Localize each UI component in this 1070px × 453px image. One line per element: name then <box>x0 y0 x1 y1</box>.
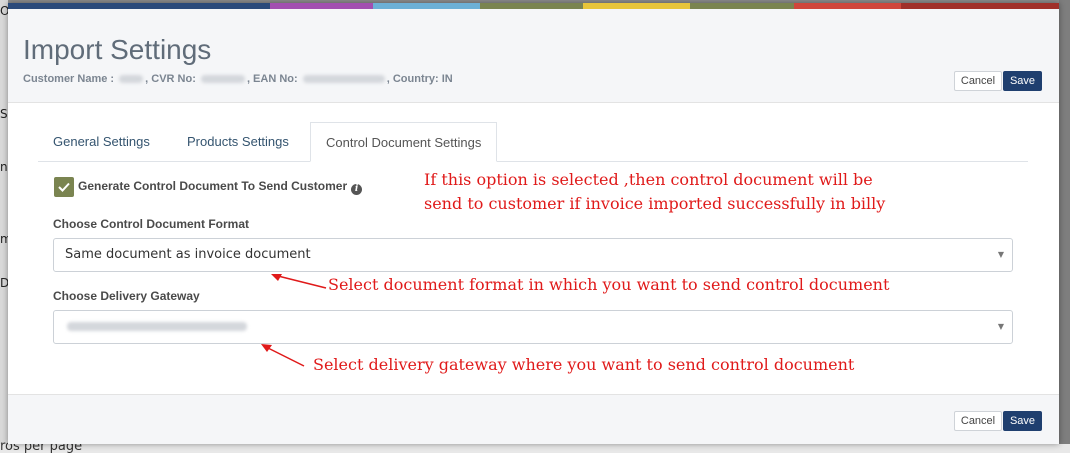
info-icon[interactable]: i <box>351 184 363 195</box>
format-label: Choose Control Document Format <box>53 217 250 231</box>
background-page-bottom <box>0 444 1070 453</box>
footer-save-button[interactable]: Save <box>1003 411 1042 431</box>
modal-title: Import Settings <box>23 34 212 65</box>
ean-label: , EAN No: <box>246 73 298 85</box>
customer-info: Customer Name : , CVR No: , EAN No: , Co… <box>23 73 453 85</box>
annotation-line: If this option is selected ,then control… <box>424 170 873 189</box>
redacted-value <box>302 75 385 84</box>
dropdown-arrow-icon: ▼ <box>997 322 1004 331</box>
cancel-button[interactable]: Cancel <box>954 71 1002 91</box>
footer-cancel-button[interactable]: Cancel <box>954 411 1002 431</box>
annotation-arrow <box>271 274 327 289</box>
checkmark-icon <box>58 182 70 192</box>
settings-tabs: General Settings Products Settings Contr… <box>38 122 1028 162</box>
tab-general-settings[interactable]: General Settings <box>38 122 165 162</box>
customer-name-label: Customer Name : <box>23 73 115 85</box>
delivery-gateway-select[interactable]: ▼ <box>53 310 1013 344</box>
generate-label-text: Generate Control Document To Send Custom… <box>78 179 348 193</box>
tab-products-settings[interactable]: Products Settings <box>172 122 304 162</box>
modal-footer: Cancel Save <box>8 394 1059 444</box>
background-text: S <box>0 107 8 121</box>
gateway-annotation: Select delivery gateway where you want t… <box>313 355 855 374</box>
gateway-label: Choose Delivery Gateway <box>53 289 200 303</box>
annotation-line: send to customer if invoice imported suc… <box>424 194 886 213</box>
save-button[interactable]: Save <box>1003 71 1042 91</box>
cvr-label: , CVR No: <box>145 73 196 85</box>
dropdown-arrow-icon: ▼ <box>997 250 1004 259</box>
generate-control-document-checkbox[interactable] <box>54 177 74 197</box>
background-page-right <box>1059 0 1070 453</box>
annotation-arrow <box>261 344 305 367</box>
redacted-value <box>200 75 245 84</box>
control-document-format-select[interactable]: Same document as invoice document ▼ <box>53 238 1013 272</box>
redacted-value <box>119 75 144 84</box>
tab-control-document-settings[interactable]: Control Document Settings <box>310 122 498 162</box>
option-annotation: If this option is selected ,then control… <box>424 168 885 216</box>
modal-header: Import Settings Customer Name : , CVR No… <box>8 9 1059 103</box>
format-selected-value: Same document as invoice document <box>65 247 311 262</box>
country-label: , Country: IN <box>386 73 453 85</box>
format-annotation: Select document format in which you want… <box>328 275 890 294</box>
background-text: n <box>0 160 8 174</box>
generate-control-document-label: Generate Control Document To Send Custom… <box>78 179 363 195</box>
import-settings-modal: Import Settings Customer Name : , CVR No… <box>8 3 1059 444</box>
redacted-value <box>67 322 247 331</box>
background-page <box>0 0 8 444</box>
